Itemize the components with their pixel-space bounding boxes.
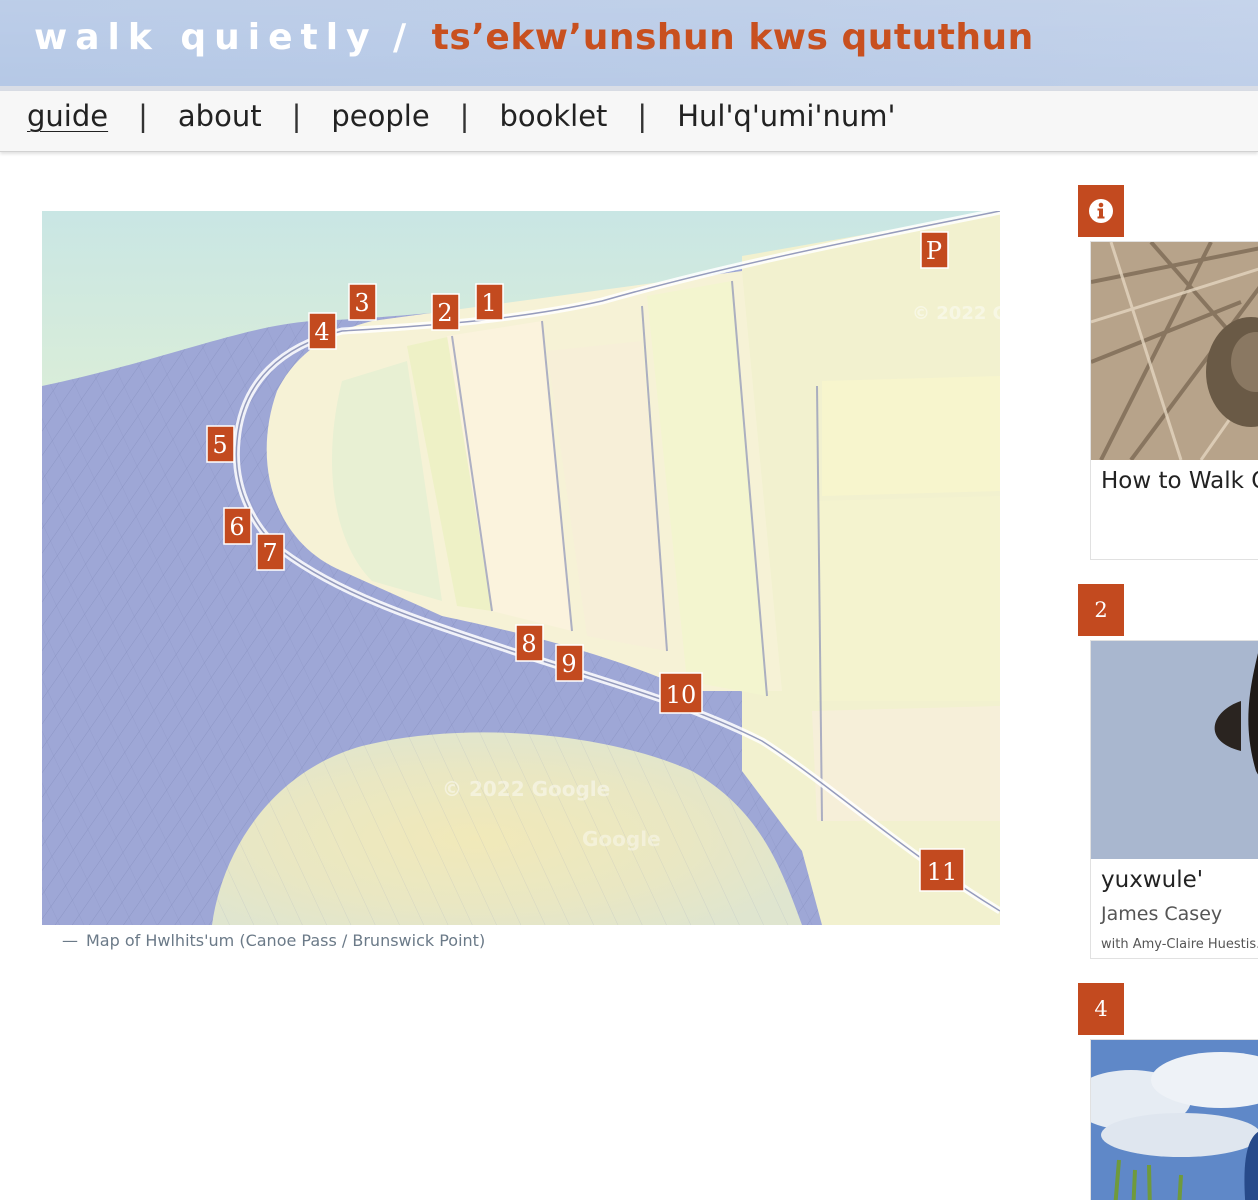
map-marker-6[interactable]: 6 <box>223 507 252 545</box>
card-contributor: with Amy-Claire Huestis... <box>1101 937 1258 952</box>
nav-item-guide[interactable]: guide <box>27 99 108 133</box>
nav-separator: | <box>138 99 148 133</box>
map-marker-7[interactable]: 7 <box>256 533 285 571</box>
caption-text: Map of Hwlhits'um (Canoe Pass / Brunswic… <box>86 931 486 950</box>
card-title: How to Walk Q <box>1101 468 1258 494</box>
svg-text:2: 2 <box>437 299 452 327</box>
svg-text:10: 10 <box>666 681 697 709</box>
nav-item-booklet[interactable]: booklet <box>499 99 607 133</box>
site-title-english: walk quietly <box>34 17 378 58</box>
nav-separator: | <box>459 99 470 133</box>
svg-text:1: 1 <box>481 289 496 317</box>
card-image-eagle <box>1091 641 1258 859</box>
site-title[interactable]: walk quietly / ts’ekw’unshun kws qututhu… <box>34 14 1034 62</box>
stop-card-intro[interactable]: How to Walk Q <box>1090 241 1258 560</box>
info-icon <box>1089 199 1113 223</box>
svg-text:11: 11 <box>927 858 958 886</box>
map-field <box>822 376 1000 496</box>
site-title-separator: / <box>393 17 407 58</box>
map-figure: © 2022 Google Google © 2022 Go P 1 2 3 <box>42 211 1000 925</box>
stop-badge-info[interactable] <box>1078 185 1124 237</box>
map-image[interactable]: © 2022 Google Google © 2022 Go P 1 2 3 <box>42 211 1000 925</box>
map-marker-5[interactable]: 5 <box>206 425 235 463</box>
site-title-hulquminum: ts’ekw’unshun kws qututhun <box>431 17 1034 58</box>
svg-text:P: P <box>926 237 942 265</box>
svg-text:3: 3 <box>354 289 369 317</box>
stop-badge-2[interactable]: 2 <box>1078 584 1124 636</box>
svg-text:7: 7 <box>262 539 277 567</box>
stop-card-2[interactable]: yuxwule' James Casey with Amy-Claire Hue… <box>1090 640 1258 959</box>
map-marker-1[interactable]: 1 <box>475 283 504 321</box>
map-field <box>812 706 1000 821</box>
card-image-bird-nest <box>1091 242 1258 460</box>
map-marker-9[interactable]: 9 <box>555 644 584 682</box>
svg-text:8: 8 <box>521 630 536 658</box>
map-marker-8[interactable]: 8 <box>515 624 544 662</box>
site-banner: walk quietly / ts’ekw’unshun kws qututhu… <box>0 0 1258 86</box>
map-marker-4[interactable]: 4 <box>308 312 337 350</box>
svg-text:6: 6 <box>229 513 244 541</box>
map-watermark: Google <box>582 827 661 851</box>
stop-badge-4[interactable]: 4 <box>1078 983 1124 1035</box>
nav-item-about[interactable]: about <box>178 99 262 133</box>
caption-dash: — <box>62 931 78 950</box>
card-image-sky-grass <box>1091 1040 1258 1200</box>
map-marker-3[interactable]: 3 <box>348 283 377 321</box>
map-marker-11[interactable]: 11 <box>919 848 965 892</box>
map-marker-p[interactable]: P <box>920 231 949 269</box>
map-watermark: © 2022 Google <box>442 777 610 801</box>
stop-card-4[interactable] <box>1090 1039 1258 1200</box>
svg-text:9: 9 <box>561 650 576 678</box>
card-title: yuxwule' <box>1101 867 1204 893</box>
nav-separator: | <box>637 99 648 133</box>
nav-item-hulquminum[interactable]: Hul'q'umi'num' <box>677 99 895 133</box>
nav-item-people[interactable]: people <box>331 99 429 133</box>
card-author: James Casey <box>1101 903 1223 925</box>
nav-separator: | <box>291 99 302 133</box>
map-caption: — Map of Hwlhits'um (Canoe Pass / Brunswi… <box>62 931 485 950</box>
map-watermark: © 2022 Go <box>912 303 1000 324</box>
svg-text:4: 4 <box>314 318 329 346</box>
map-marker-10[interactable]: 10 <box>659 672 703 714</box>
nav-list: guide | about | people | booklet | Hul'q'umi'num… <box>27 99 895 133</box>
svg-text:5: 5 <box>212 431 227 459</box>
map-field <box>817 496 1000 701</box>
map-marker-2[interactable]: 2 <box>431 293 460 331</box>
main-nav: guide | about | people | booklet | Hul'q'umi'num… <box>0 91 1258 152</box>
